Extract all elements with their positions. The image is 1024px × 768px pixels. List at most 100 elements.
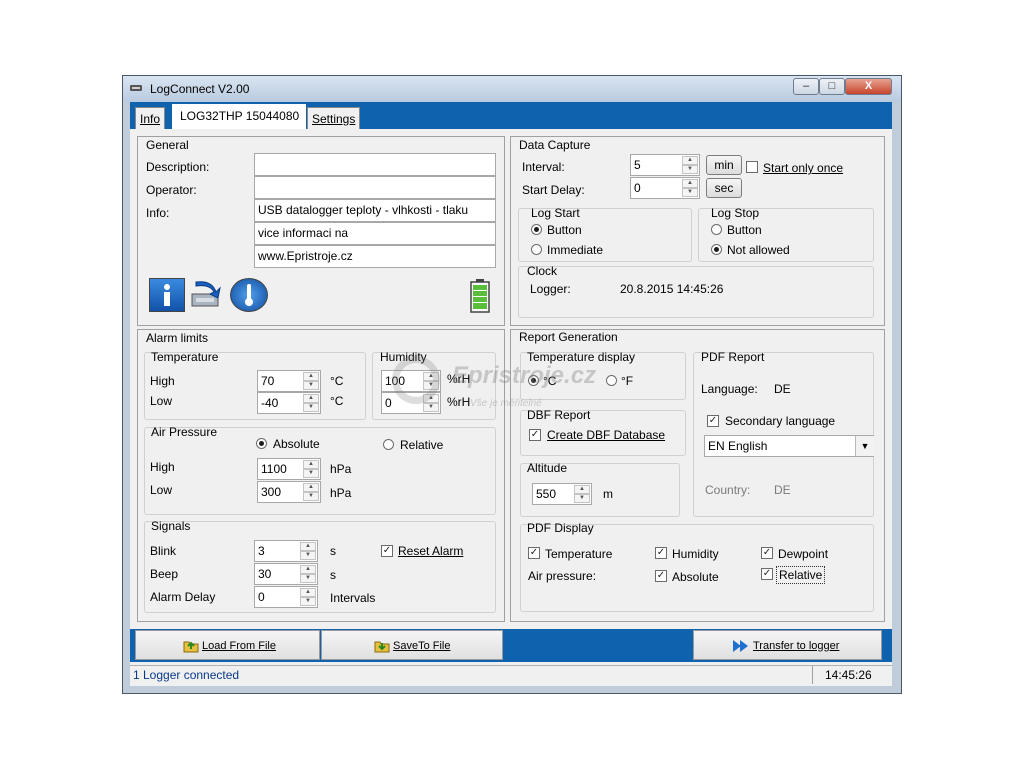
pressure-relative-radio[interactable] [383, 439, 394, 450]
temp-high-label: High [150, 374, 175, 388]
blink-spinner[interactable]: 3 ▲ ▼ [254, 540, 318, 562]
interval-label: Interval: [522, 160, 565, 174]
blink-unit: s [330, 544, 336, 558]
alarm-delay-unit: Intervals [330, 591, 376, 605]
create-dbf-checkbox[interactable]: ✓ [529, 429, 541, 441]
pdf-relative-checkbox[interactable]: ✓ [761, 568, 773, 580]
thermometer-icon[interactable] [230, 278, 268, 312]
country-value: DE [774, 483, 791, 497]
pdf-absolute-label: Absolute [672, 570, 719, 584]
start-delay-spinner[interactable]: 0 ▲ ▼ [630, 177, 700, 199]
beep-unit: s [330, 568, 336, 582]
interval-spinner[interactable]: 5 ▲ ▼ [630, 154, 700, 176]
log-start-button-radio[interactable] [531, 224, 542, 235]
log-stop-button-label: Button [727, 223, 762, 237]
altitude-title: Altitude [527, 461, 568, 475]
altitude-unit: m [603, 487, 613, 501]
language-value: DE [774, 382, 791, 396]
folder-open-icon [183, 641, 199, 653]
pressure-absolute-label: Absolute [273, 437, 320, 451]
pressure-high-spinner[interactable]: 1100 ▲ ▼ [257, 458, 321, 480]
start-only-once-label: Start only once [763, 161, 844, 175]
interval-unit-button[interactable]: min [706, 155, 742, 175]
window-title: LogConnect V2.00 [150, 82, 250, 96]
pressure-high-unit: hPa [330, 462, 352, 476]
secondary-language-select[interactable]: EN English [704, 435, 874, 457]
log-start-title: Log Start [531, 206, 580, 220]
pdf-humidity-label: Humidity [672, 547, 719, 561]
description-field[interactable] [254, 153, 496, 176]
info-line-3[interactable]: www.Epristroje.cz [254, 245, 496, 268]
report-generation-title: Report Generation [519, 330, 618, 344]
description-label: Description: [146, 160, 210, 174]
dbf-report-title: DBF Report [527, 408, 591, 422]
temp-low-spinner[interactable]: -40 ▲ ▼ [257, 392, 321, 414]
maximize-button[interactable]: □ [819, 78, 845, 95]
dropdown-arrow-icon[interactable]: ▼ [855, 436, 874, 456]
app-icon [130, 85, 142, 91]
log-stop-button-radio[interactable] [711, 224, 722, 235]
operator-label: Operator: [146, 183, 197, 197]
temp-high-spinner[interactable]: 70 ▲ ▼ [257, 370, 321, 392]
tab-info[interactable]: Info [135, 107, 166, 129]
pdf-report-title: PDF Report [701, 350, 765, 364]
log-stop-title: Log Stop [711, 206, 760, 220]
log-stop-not-allowed-radio[interactable] [711, 244, 722, 255]
tab-settings[interactable]: Settings [307, 107, 361, 129]
altitude-spinner[interactable]: 550 ▲ ▼ [532, 483, 592, 505]
pdf-dewpoint-checkbox[interactable]: ✓ [761, 547, 773, 559]
beep-label: Beep [150, 567, 179, 581]
beep-spinner[interactable]: 30 ▲ ▼ [254, 563, 318, 585]
pdf-humidity-checkbox[interactable]: ✓ [655, 547, 667, 559]
country-label: Country: [705, 483, 751, 497]
temp-fahrenheit-label: °F [621, 374, 634, 388]
info-label: Info: [146, 206, 170, 220]
alarm-delay-label: Alarm Delay [150, 590, 216, 604]
temp-fahrenheit-radio[interactable] [606, 375, 617, 386]
temperature-title: Temperature [151, 350, 219, 364]
alarm-delay-spinner[interactable]: 0 ▲ ▼ [254, 586, 318, 608]
load-from-file-button[interactable]: Load From File [135, 630, 320, 660]
watermark-brand: Epristroje.cz [452, 362, 597, 389]
secondary-language-checkbox[interactable]: ✓ [707, 415, 719, 427]
start-only-once-checkbox[interactable] [746, 161, 758, 173]
pressure-low-label: Low [150, 483, 173, 497]
reset-alarm-label: Reset Alarm [398, 544, 464, 558]
close-button[interactable]: X [845, 78, 892, 95]
create-dbf-label: Create DBF Database [547, 428, 666, 442]
pressure-low-unit: hPa [330, 486, 352, 500]
pdf-temperature-checkbox[interactable]: ✓ [528, 547, 540, 559]
info-line-2[interactable]: vice informaci na [254, 222, 496, 245]
pressure-absolute-radio[interactable] [256, 438, 267, 449]
load-from-file-label: Load From File [202, 640, 276, 652]
save-to-file-button[interactable]: SaveTo File [321, 630, 503, 660]
general-title: General [146, 138, 189, 152]
watermark-tagline: Vše je měřitelné [470, 398, 542, 409]
fast-forward-icon [733, 640, 748, 652]
clock-title: Clock [527, 264, 558, 278]
pdf-absolute-checkbox[interactable]: ✓ [655, 570, 667, 582]
save-to-file-label: SaveTo File [393, 640, 451, 652]
start-delay-label: Start Delay: [522, 183, 585, 197]
alarm-limits-title: Alarm limits [146, 331, 208, 345]
transfer-to-logger-button[interactable]: Transfer to logger [693, 630, 882, 660]
pressure-relative-label: Relative [400, 438, 444, 452]
log-start-immediate-radio[interactable] [531, 244, 542, 255]
temp-low-label: Low [150, 394, 173, 408]
pressure-high-label: High [150, 460, 175, 474]
download-to-logger-icon[interactable] [188, 278, 226, 312]
info-icon[interactable] [149, 278, 185, 312]
temp-low-unit: °C [330, 394, 344, 408]
temp-high-unit: °C [330, 374, 344, 388]
log-stop-not-allowed-label: Not allowed [727, 243, 790, 257]
info-line-1[interactable]: USB datalogger teploty - vlhkosti - tlak… [254, 199, 496, 222]
start-delay-unit-button[interactable]: sec [706, 178, 742, 198]
blink-label: Blink [150, 544, 177, 558]
reset-alarm-checkbox[interactable]: ✓ [381, 545, 393, 557]
operator-field[interactable] [254, 176, 496, 199]
tab-logger[interactable]: LOG32THP 15044080 [172, 104, 306, 129]
battery-icon [470, 279, 490, 313]
pdf-dewpoint-label: Dewpoint [778, 547, 829, 561]
pressure-low-spinner[interactable]: 300 ▲ ▼ [257, 481, 321, 503]
minimize-button[interactable]: – [793, 78, 819, 95]
